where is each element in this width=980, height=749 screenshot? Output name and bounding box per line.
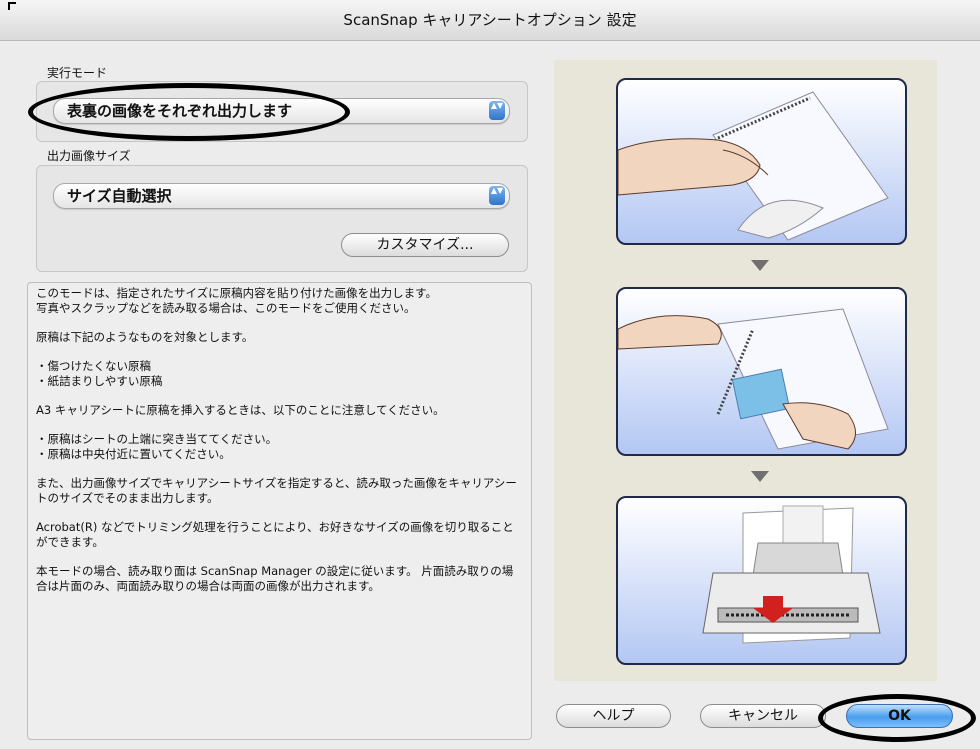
- description-paragraph: 本モードの場合、読み取り面は ScanSnap Manager の設定に従います…: [36, 564, 514, 593]
- illustration-pane: [554, 60, 937, 681]
- description-paragraph: ・傷つけたくない原稿 ・紙詰まりしやすい原稿: [36, 359, 163, 388]
- dialog-window: ScanSnap キャリアシートオプション 設定 実行モード 表裏の画像をそれぞ…: [0, 0, 980, 749]
- description-paragraph: Acrobat(R) などでトリミング処理を行うことにより、お好きなサイズの画像…: [36, 520, 514, 549]
- mode-label: 実行モード: [47, 66, 108, 80]
- insert-document-illustration: [618, 91, 889, 241]
- mode-description: このモードは、指定されたサイズに原稿内容を貼り付けた画像を出力します。 写真やスク…: [27, 282, 532, 740]
- description-paragraph: 原稿は下記のようなものを対象とします。: [36, 330, 254, 344]
- position-document-illustration: [618, 308, 889, 450]
- step1-illustration: [616, 78, 907, 245]
- description-paragraph: また、出力画像サイズでキャリアシートサイズを指定すると、読み取った画像をキャリア…: [36, 476, 517, 505]
- down-arrow-icon: [751, 260, 769, 271]
- step2-illustration: [616, 287, 907, 456]
- scanner-load-illustration: [702, 505, 881, 644]
- popup-arrows-icon: ▲▼: [489, 101, 505, 120]
- window-corner-mark: [8, 2, 16, 10]
- customize-button[interactable]: カスタマイズ...: [341, 233, 509, 257]
- description-text: このモードは、指定されたサイズに原稿内容を貼り付けた画像を出力します。 写真やスク…: [28, 283, 531, 611]
- step3-illustration: [616, 496, 907, 665]
- title-bar: ScanSnap キャリアシートオプション 設定: [0, 0, 980, 41]
- description-paragraph: このモードは、指定されたサイズに原稿内容を貼り付けた画像を出力します。 写真やスク…: [36, 286, 438, 315]
- output-size-selected-value: サイズ自動選択: [67, 187, 172, 205]
- mode-popup[interactable]: 表裏の画像をそれぞれ出力します ▲▼: [53, 98, 510, 124]
- output-size-label: 出力画像サイズ: [47, 149, 131, 163]
- help-button[interactable]: ヘルプ: [556, 704, 671, 728]
- description-paragraph: A3 キャリアシートに原稿を挿入するときは、以下のことに注意してください。: [36, 403, 445, 417]
- output-size-popup[interactable]: サイズ自動選択 ▲▼: [53, 183, 510, 209]
- mode-selected-value: 表裏の画像をそれぞれ出力します: [67, 102, 293, 120]
- cancel-button[interactable]: キャンセル: [700, 704, 826, 728]
- down-arrow-icon: [751, 471, 769, 482]
- description-paragraph: ・原稿はシートの上端に突き当ててください。 ・原稿は中央付近に置いてください。: [36, 432, 278, 461]
- popup-arrows-icon: ▲▼: [489, 186, 505, 205]
- ok-button[interactable]: OK: [846, 704, 953, 728]
- window-title: ScanSnap キャリアシートオプション 設定: [343, 11, 637, 29]
